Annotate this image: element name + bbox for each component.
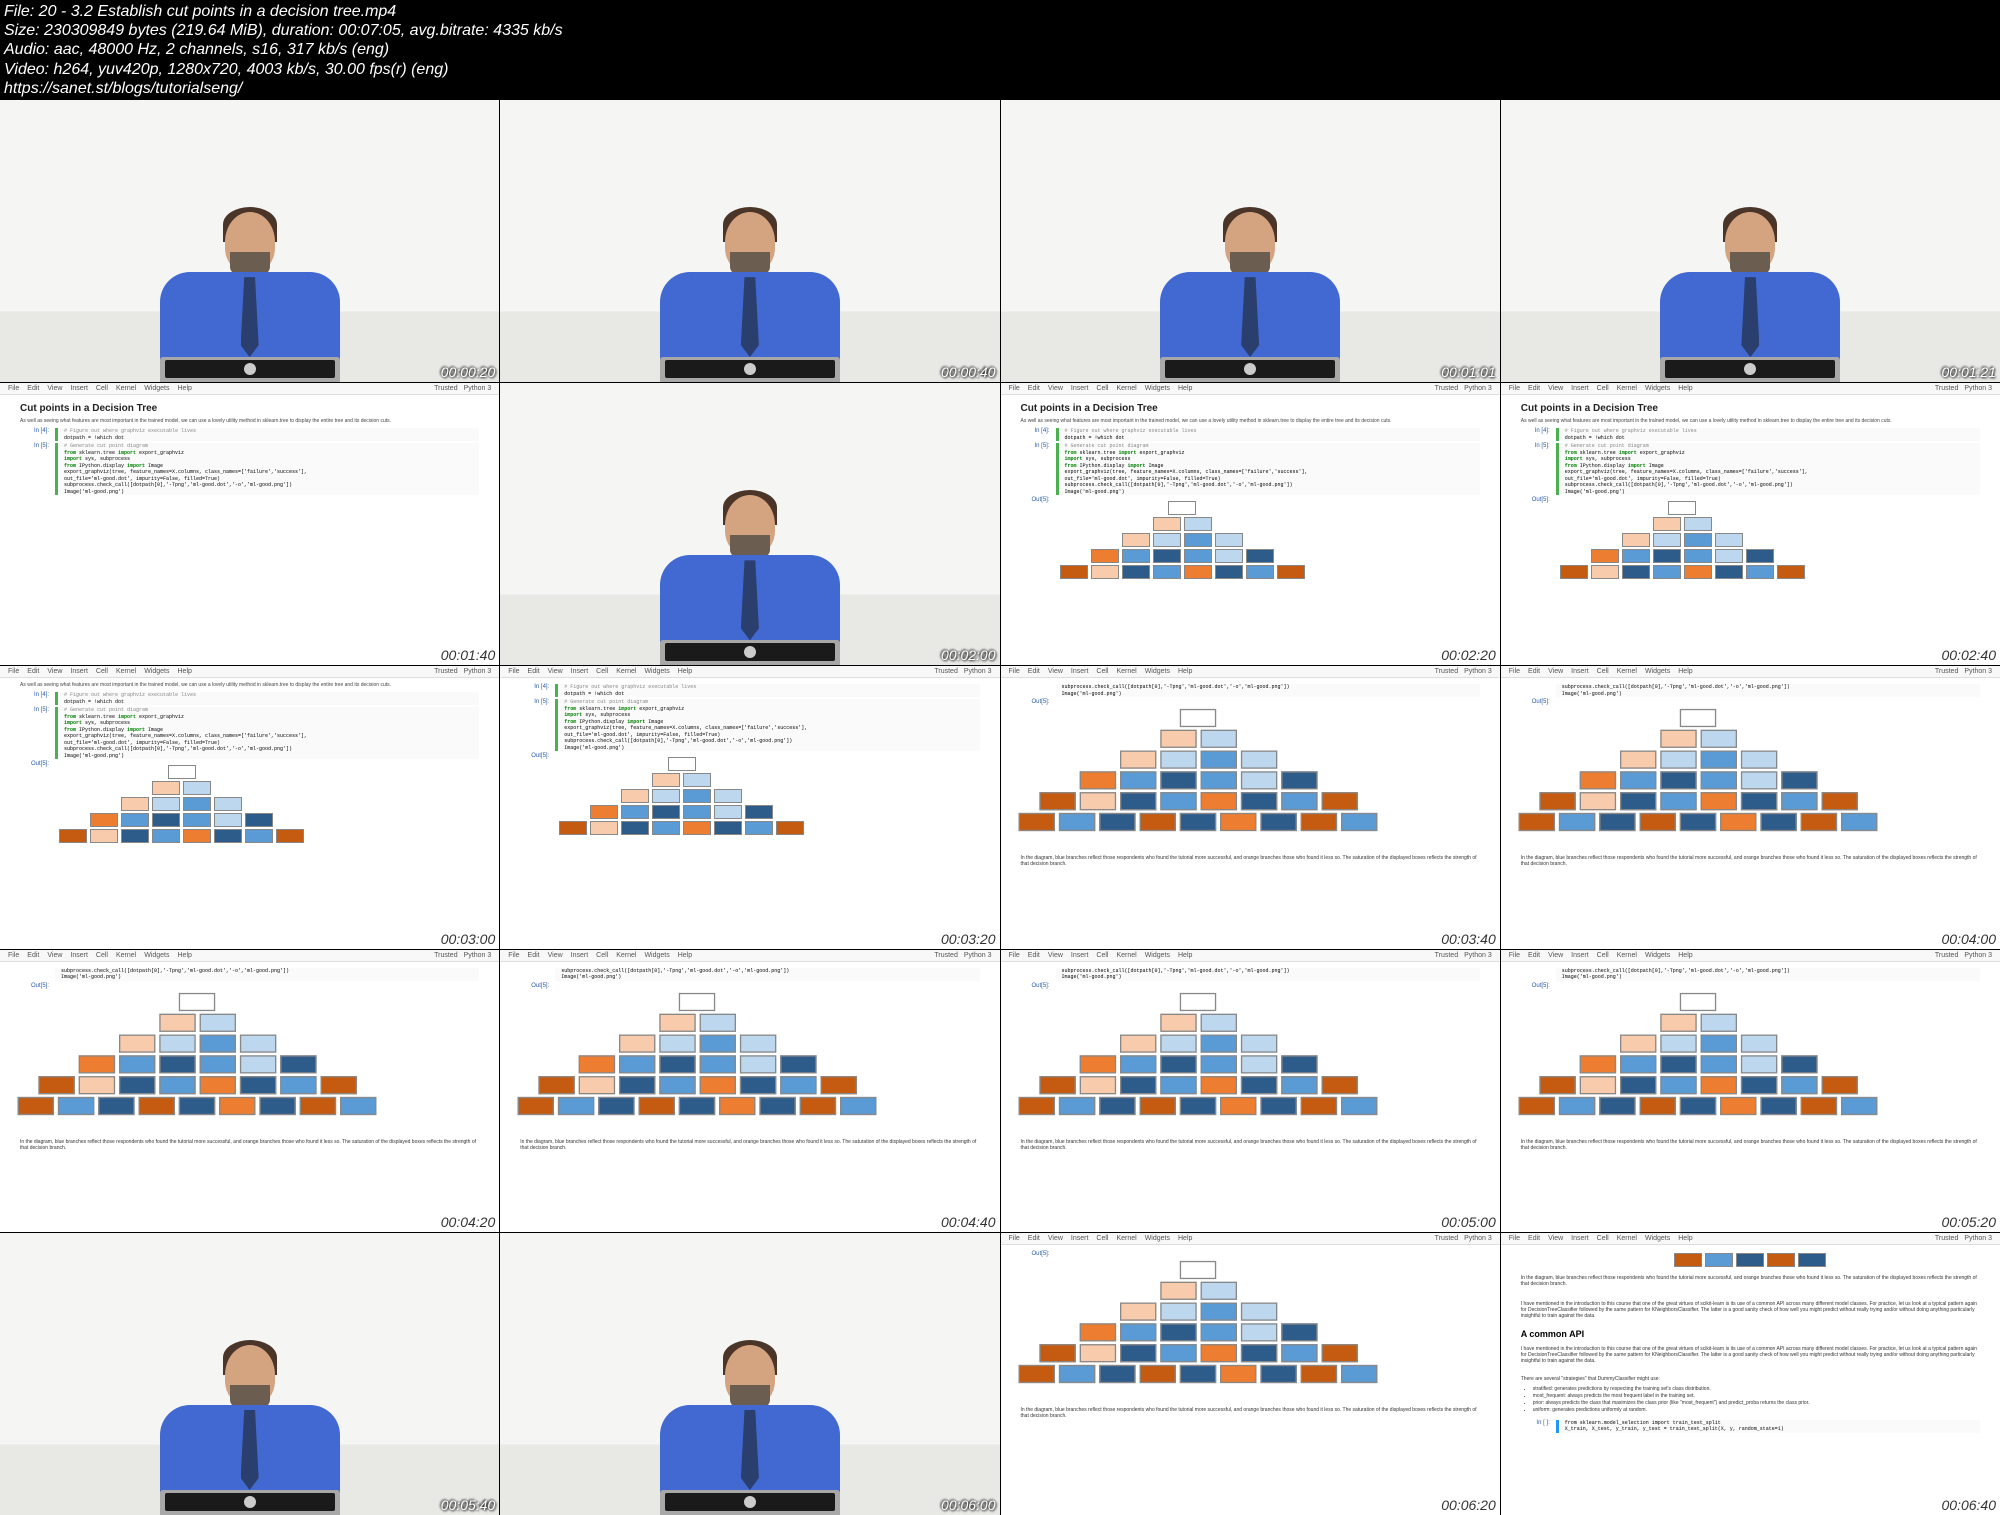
cell-prompt: In [5]: bbox=[20, 443, 55, 495]
decision-tree-diagram bbox=[513, 987, 882, 1120]
notebook-title: Cut points in a Decision Tree bbox=[1021, 403, 1480, 414]
timestamp: 00:04:00 bbox=[1942, 931, 1997, 947]
caption: In the diagram, blue branches reflect th… bbox=[1521, 1271, 1980, 1291]
code-cell: # Generate cut point diagramfrom sklearn… bbox=[55, 443, 479, 495]
thumb-5: FileEditViewInsertCellKernelWidgetsHelp … bbox=[0, 383, 499, 665]
decision-tree-diagram bbox=[1556, 497, 1809, 583]
timestamp: 00:06:40 bbox=[1942, 1497, 1997, 1513]
timestamp: 00:05:00 bbox=[1441, 1214, 1496, 1230]
timestamp: 00:04:20 bbox=[441, 1214, 496, 1230]
file-line: File: 20 - 3.2 Establish cut points in a… bbox=[4, 2, 1996, 21]
decision-tree-diagram bbox=[1056, 497, 1309, 583]
thumb-17: 00:05:40 bbox=[0, 1233, 499, 1515]
thumb-19: FileEditViewInsertCellKernelWidgetsHelpT… bbox=[1001, 1233, 1500, 1515]
decision-tree-diagram bbox=[555, 753, 808, 839]
size-line: Size: 230309849 bytes (219.64 MiB), dura… bbox=[4, 21, 1996, 40]
decision-tree-diagram bbox=[1013, 704, 1382, 837]
timestamp: 00:02:20 bbox=[1441, 647, 1496, 663]
api-title: A common API bbox=[1521, 1329, 1980, 1339]
thumb-8: FileEditViewInsertCellKernelWidgetsHelp … bbox=[1501, 383, 2000, 665]
timestamp: 00:02:40 bbox=[1942, 647, 1997, 663]
notebook-desc: As well as seeing what features are most… bbox=[20, 418, 479, 424]
thumb-2: 00:00:40 bbox=[500, 100, 999, 382]
thumb-6: 00:02:00 bbox=[500, 383, 999, 665]
code-cell: # Figure out where graphviz executable l… bbox=[55, 428, 479, 441]
thumb-7: FileEditViewInsertCellKernelWidgetsHelp … bbox=[1001, 383, 1500, 665]
thumb-20: FileEditViewInsertCellKernelWidgetsHelpT… bbox=[1501, 1233, 2000, 1515]
timestamp: 00:05:20 bbox=[1942, 1214, 1997, 1230]
thumb-11: FileEditViewInsertCellKernelWidgetsHelpT… bbox=[1001, 666, 1500, 948]
decision-tree-diagram bbox=[1013, 987, 1382, 1120]
timestamp: 00:03:00 bbox=[441, 931, 496, 947]
timestamp: 00:00:40 bbox=[941, 364, 996, 380]
jupyter-menu: FileEditViewInsertCellKernelWidgetsHelp … bbox=[0, 383, 499, 395]
timestamp: 00:06:20 bbox=[1441, 1497, 1496, 1513]
timestamp: 00:04:40 bbox=[941, 1214, 996, 1230]
notebook-title: Cut points in a Decision Tree bbox=[20, 403, 479, 414]
timestamp: 00:02:00 bbox=[941, 647, 996, 663]
thumb-3: 00:01:01 bbox=[1001, 100, 1500, 382]
audio-line: Audio: aac, 48000 Hz, 2 channels, s16, 3… bbox=[4, 40, 1996, 59]
timestamp: 00:01:01 bbox=[1441, 364, 1496, 380]
thumb-13: FileEditViewInsertCellKernelWidgetsHelpT… bbox=[0, 950, 499, 1232]
caption: In the diagram, blue branches reflect th… bbox=[1021, 851, 1480, 871]
timestamp: 00:03:20 bbox=[941, 931, 996, 947]
timestamp: 00:05:40 bbox=[441, 1497, 496, 1513]
api-text: I have mentioned in the introduction to … bbox=[1521, 1297, 1980, 1323]
timestamp: 00:01:21 bbox=[1942, 364, 1997, 380]
timestamp: 00:01:40 bbox=[441, 647, 496, 663]
thumb-18: 00:06:00 bbox=[500, 1233, 999, 1515]
cell-prompt: In [4]: bbox=[20, 428, 55, 441]
thumb-15: FileEditViewInsertCellKernelWidgetsHelpT… bbox=[1001, 950, 1500, 1232]
thumb-1: 00:00:20 bbox=[0, 100, 499, 382]
thumb-10: FileEditViewInsertCellKernelWidgetsHelpT… bbox=[500, 666, 999, 948]
timestamp: 00:00:20 bbox=[441, 364, 496, 380]
timestamp: 00:06:00 bbox=[941, 1497, 996, 1513]
caption: In the diagram, blue branches reflect th… bbox=[1521, 851, 1980, 871]
jupyter-menu: FileEditViewInsertCellKernelWidgetsHelp … bbox=[1501, 383, 2000, 395]
decision-tree-diagram bbox=[55, 761, 308, 847]
decision-tree-diagram bbox=[1013, 1255, 1382, 1388]
thumb-16: FileEditViewInsertCellKernelWidgetsHelpT… bbox=[1501, 950, 2000, 1232]
video-line: Video: h264, yuv420p, 1280x720, 4003 kb/… bbox=[4, 60, 1996, 79]
thumb-14: FileEditViewInsertCellKernelWidgetsHelpT… bbox=[500, 950, 999, 1232]
thumb-12: FileEditViewInsertCellKernelWidgetsHelpT… bbox=[1501, 666, 2000, 948]
thumb-9: FileEditViewInsertCellKernelWidgetsHelpT… bbox=[0, 666, 499, 948]
thumbnail-grid: 00:00:20 00:00:40 00:01:01 00:01:21 File… bbox=[0, 100, 2000, 1515]
timestamp: 00:03:40 bbox=[1441, 931, 1496, 947]
decision-tree-diagram bbox=[1513, 704, 1882, 837]
decision-tree-diagram bbox=[12, 987, 381, 1120]
thumb-4: 00:01:21 bbox=[1501, 100, 2000, 382]
strategy-list: stratified: generates predictions by res… bbox=[1521, 1386, 1980, 1414]
url-line: https://sanet.st/blogs/tutorialseng/ bbox=[4, 79, 1996, 98]
tree-bottom bbox=[1521, 1249, 1980, 1271]
file-info-header: File: 20 - 3.2 Establish cut points in a… bbox=[0, 0, 2000, 100]
jupyter-menu: FileEditViewInsertCellKernelWidgetsHelp … bbox=[1001, 383, 1500, 395]
decision-tree-diagram bbox=[1513, 987, 1882, 1120]
